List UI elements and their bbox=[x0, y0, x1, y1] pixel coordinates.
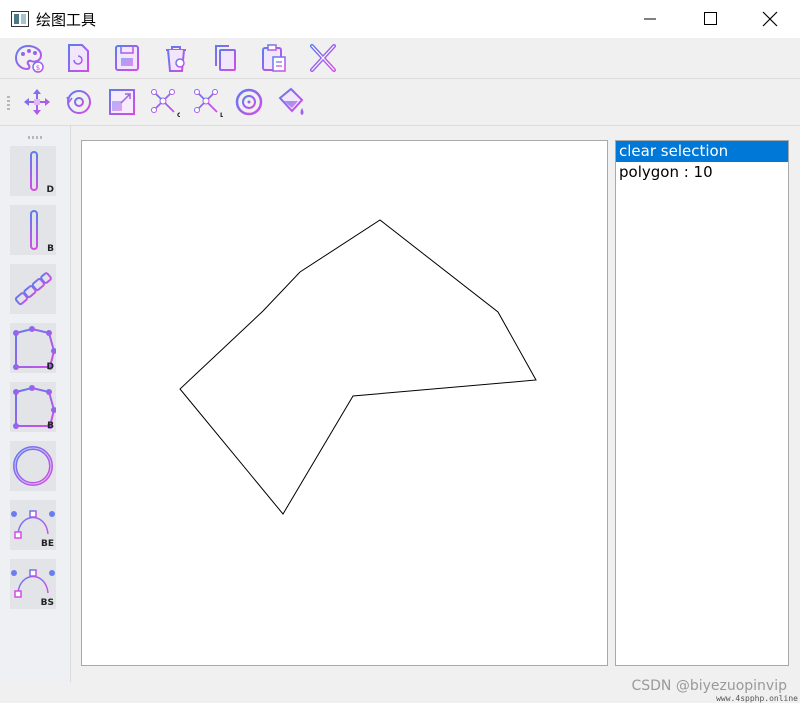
list-item-clear-selection[interactable]: clear selection bbox=[616, 141, 788, 162]
paste-button[interactable] bbox=[257, 41, 291, 75]
line-bresenham-button[interactable]: B bbox=[10, 205, 56, 255]
move-button[interactable] bbox=[20, 85, 54, 119]
curve-bezier-button[interactable]: BE bbox=[10, 500, 56, 550]
rotate-icon bbox=[66, 90, 91, 114]
scale-button[interactable] bbox=[105, 85, 139, 119]
ellipse-icon bbox=[13, 446, 53, 486]
file-toolbar: $ bbox=[0, 38, 800, 79]
window-title: 绘图工具 bbox=[36, 11, 97, 29]
svg-text:L: L bbox=[220, 112, 223, 118]
shape-list[interactable]: clear selection polygon : 10 bbox=[615, 140, 789, 666]
polygon-shape[interactable] bbox=[179, 219, 537, 515]
watermark-url: www.4spphp.online bbox=[716, 694, 798, 703]
drawing-canvas[interactable] bbox=[81, 140, 608, 666]
color-palette-button[interactable]: $ bbox=[12, 41, 46, 75]
maximize-button[interactable] bbox=[680, 0, 740, 38]
curve-bezier-label: BE bbox=[40, 539, 54, 549]
line-dda-label: D bbox=[46, 185, 54, 195]
toolbar-grip[interactable] bbox=[7, 96, 10, 110]
delete-button[interactable] bbox=[306, 41, 340, 75]
new-file-icon bbox=[68, 44, 89, 72]
watermark: CSDN @biyezuopinvip bbox=[631, 678, 787, 694]
svg-text:$: $ bbox=[36, 64, 40, 72]
polygon-dda-label: D bbox=[46, 362, 54, 372]
circle-select-icon bbox=[235, 88, 263, 116]
copy-icon bbox=[215, 45, 236, 71]
clear-icon bbox=[166, 46, 186, 72]
clear-canvas-button[interactable] bbox=[159, 41, 193, 75]
curve-bspline-button[interactable]: BS bbox=[10, 559, 56, 609]
pencil-icon bbox=[14, 272, 52, 306]
move-icon bbox=[24, 89, 50, 115]
polygon-dda-button[interactable]: D bbox=[10, 323, 56, 373]
palette-icon: $ bbox=[14, 44, 44, 73]
clip-liang-barsky-icon: L bbox=[194, 89, 223, 118]
fill-bucket-icon bbox=[278, 87, 304, 115]
minimize-icon bbox=[644, 18, 656, 20]
new-file-button[interactable] bbox=[61, 41, 95, 75]
copy-button[interactable] bbox=[208, 41, 242, 75]
circle-select-button[interactable] bbox=[232, 85, 266, 119]
save-button[interactable] bbox=[110, 41, 144, 75]
svg-text:C: C bbox=[177, 112, 180, 118]
curve-bspline-label: BS bbox=[40, 598, 54, 608]
polygon-bresenham-button[interactable]: B bbox=[10, 382, 56, 432]
transform-toolbar: C L bbox=[0, 79, 800, 126]
save-icon bbox=[115, 45, 139, 71]
canvas-drawing bbox=[179, 219, 537, 515]
minimize-button[interactable] bbox=[620, 0, 680, 38]
fill-bucket-button[interactable] bbox=[274, 85, 308, 119]
scale-icon bbox=[109, 89, 135, 115]
delete-icon bbox=[310, 44, 336, 72]
list-item-polygon[interactable]: polygon : 10 bbox=[616, 162, 788, 183]
ellipse-button[interactable] bbox=[10, 441, 56, 491]
clip-liang-barsky-button[interactable]: L bbox=[190, 85, 224, 119]
app-icon bbox=[11, 11, 29, 27]
freehand-button[interactable] bbox=[10, 264, 56, 314]
rotate-button[interactable] bbox=[62, 85, 96, 119]
polygon-bresenham-label: B bbox=[47, 421, 54, 431]
maximize-icon bbox=[704, 12, 717, 25]
title-bar: 绘图工具 bbox=[0, 0, 800, 38]
line-dda-button[interactable]: D bbox=[10, 146, 56, 196]
paste-icon bbox=[262, 44, 286, 72]
drawing-tools-sidebar: D B D B BE BS bbox=[0, 126, 71, 682]
line-bresenham-label: B bbox=[47, 244, 54, 254]
close-icon bbox=[762, 11, 778, 27]
sidebar-grip[interactable] bbox=[28, 136, 42, 139]
close-window-button[interactable] bbox=[740, 0, 800, 38]
clip-cohen-sutherland-button[interactable]: C bbox=[147, 85, 181, 119]
clip-cohen-sutherland-icon: C bbox=[151, 89, 180, 118]
